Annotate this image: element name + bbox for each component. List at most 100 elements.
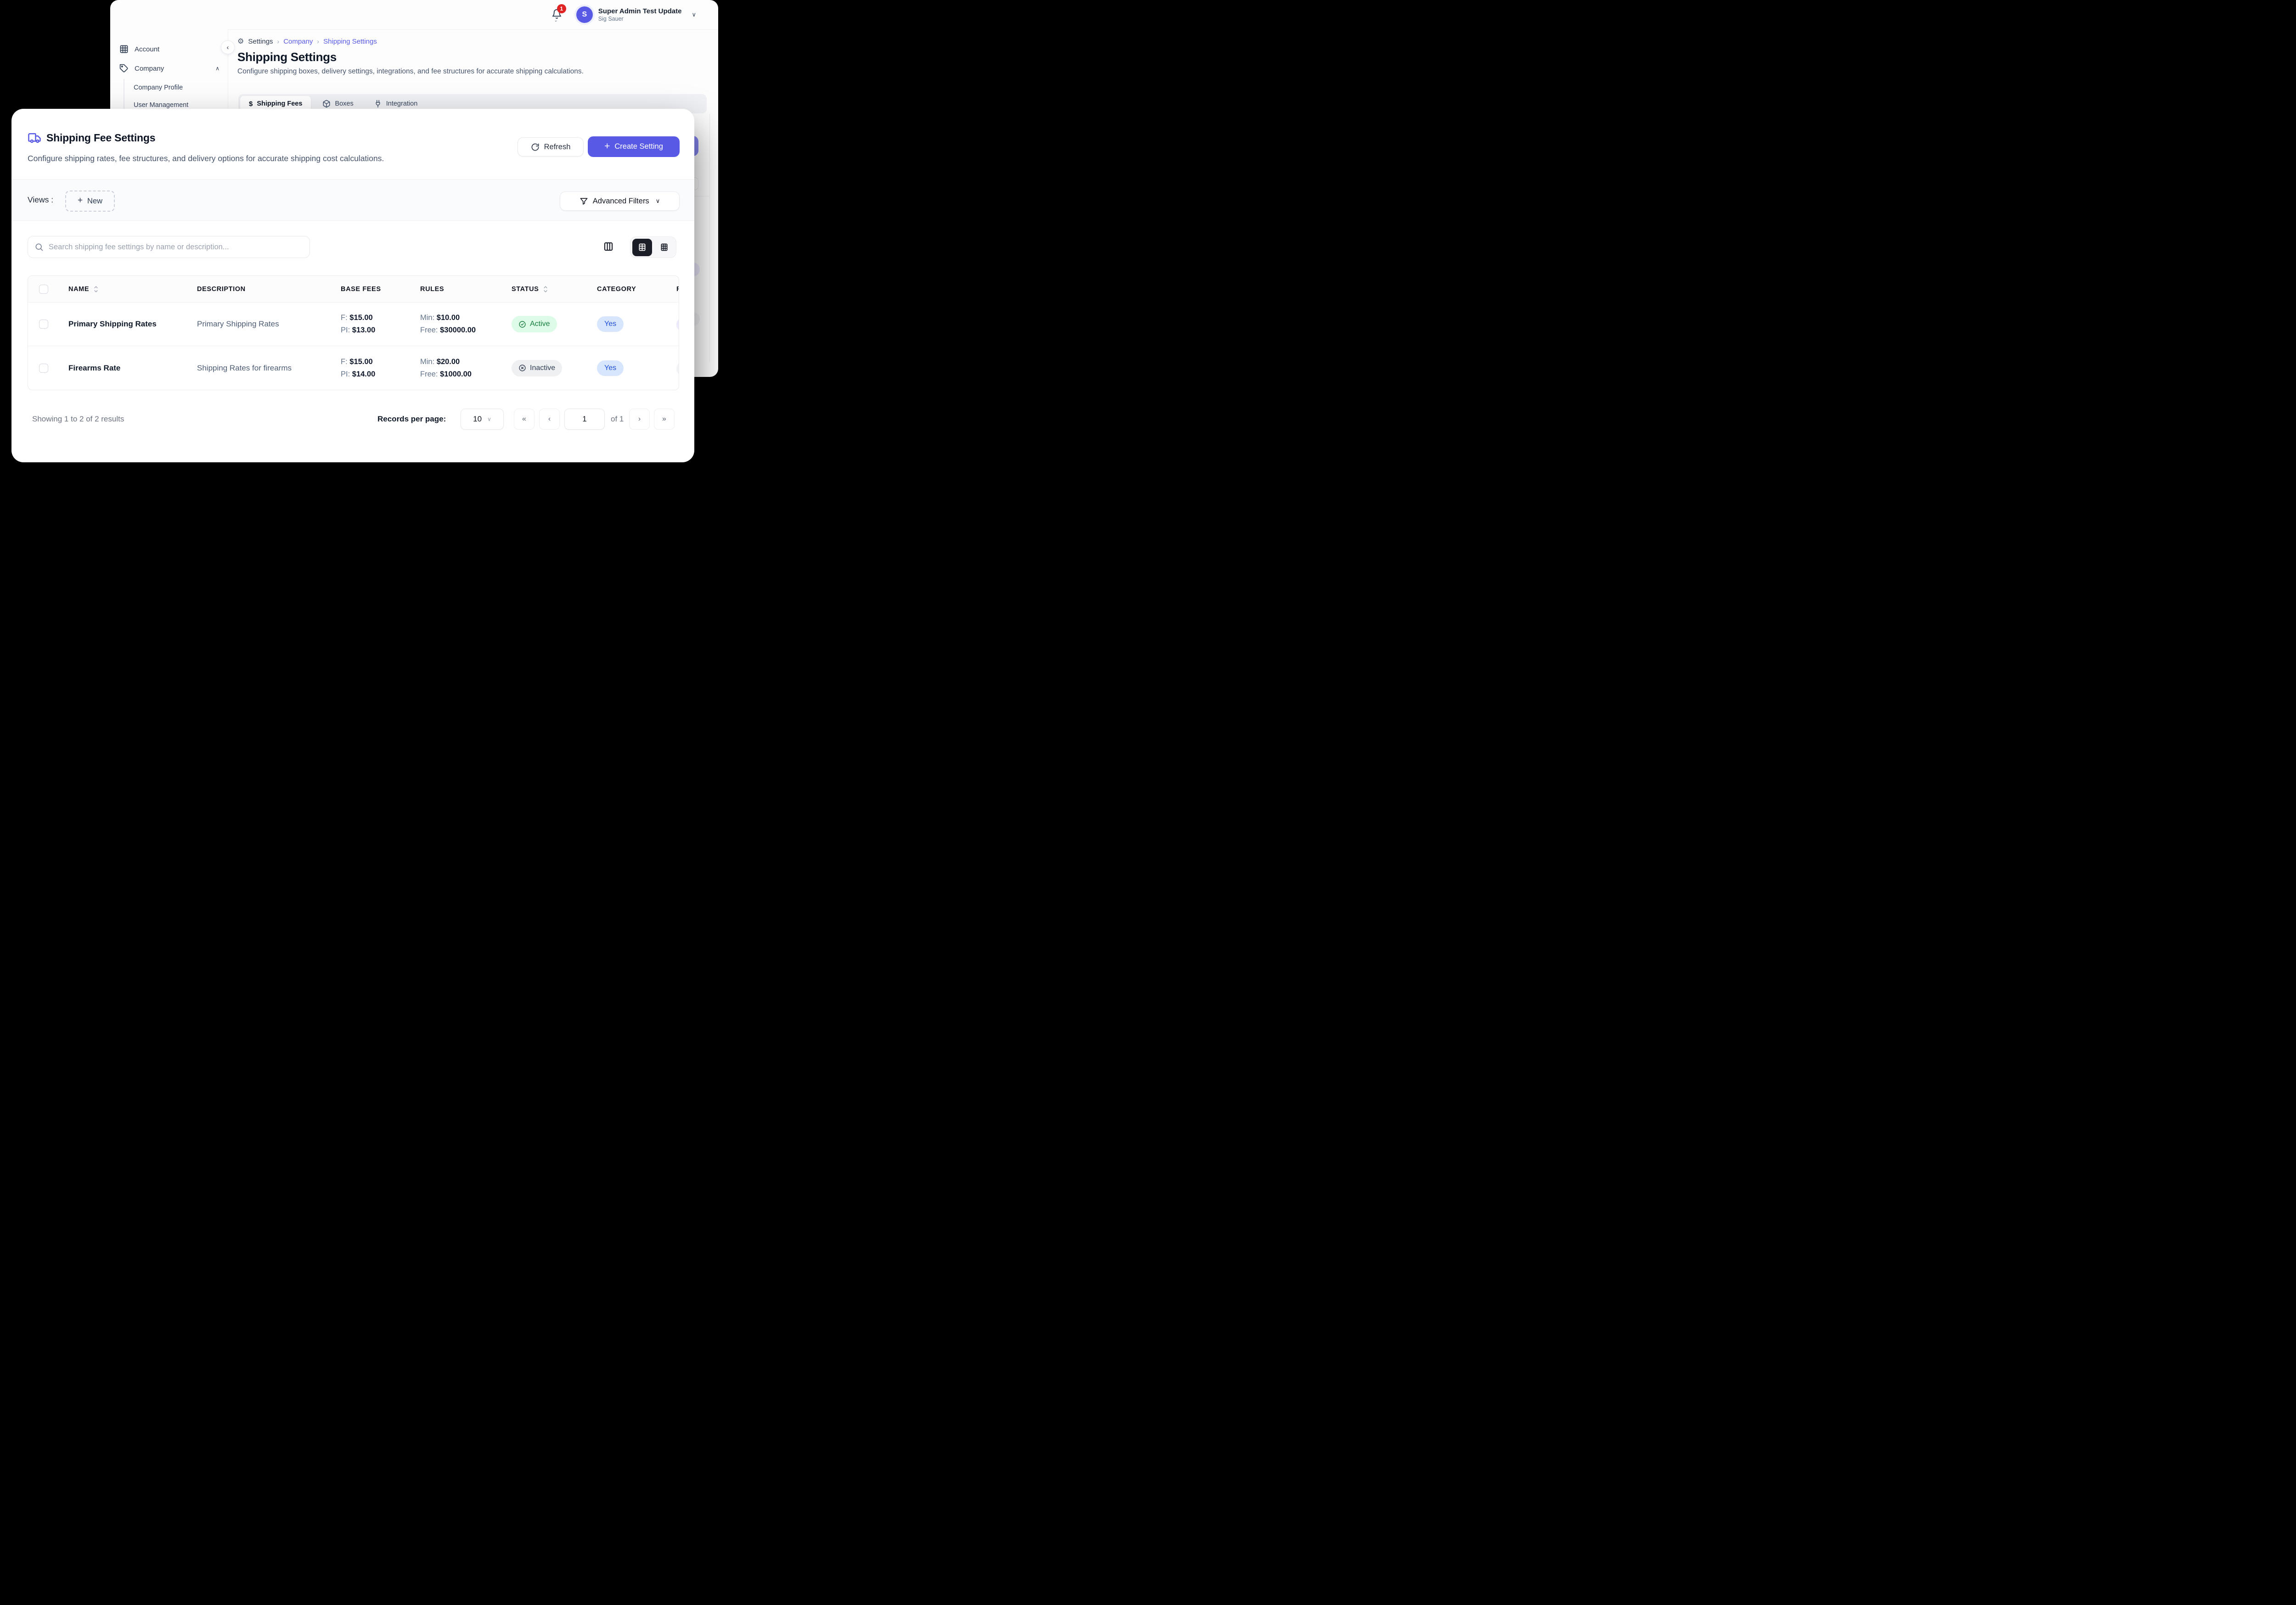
row-clipped-cell: [667, 303, 679, 346]
status-badge: Active: [512, 316, 557, 332]
rule-label: Free:: [420, 326, 438, 334]
column-header-base-fees[interactable]: BASE FEES: [332, 286, 411, 293]
sort-icon: [93, 285, 99, 293]
page-total-label: of 1: [611, 415, 624, 424]
rule-value: $20.00: [437, 358, 460, 366]
column-label: CATEGORY: [597, 286, 636, 293]
create-setting-label: Create Setting: [614, 142, 663, 151]
gear-icon: ⚙: [237, 37, 244, 46]
sidebar-item-account[interactable]: Account: [110, 39, 228, 59]
row-status: Inactive: [502, 360, 588, 376]
user-menu[interactable]: S Super Admin Test Update Sig Sauer ∨: [576, 6, 696, 23]
rule-label: Min:: [420, 358, 434, 366]
row-name: Firearms Rate: [59, 364, 188, 373]
grid-icon: [119, 45, 129, 54]
row-description: Shipping Rates for firearms: [188, 364, 332, 373]
top-bar: 1 ⌄ S Super Admin Test Update Sig Sauer …: [110, 0, 718, 29]
sidebar-collapse-button[interactable]: ‹: [221, 40, 235, 54]
grid-view-icon: [659, 242, 669, 252]
fee-label: PI:: [341, 326, 350, 334]
refresh-button[interactable]: Refresh: [518, 137, 584, 157]
select-all-checkbox[interactable]: [39, 285, 48, 294]
status-label: Inactive: [530, 364, 555, 372]
records-per-page-value: 10: [473, 415, 482, 424]
refresh-icon: [531, 143, 540, 152]
bg-panel-border: [709, 114, 710, 362]
truck-icon: [28, 131, 41, 145]
last-page-button[interactable]: »: [654, 409, 675, 430]
chevron-up-icon: ∧: [215, 65, 219, 72]
column-header-status[interactable]: STATUS: [502, 285, 588, 293]
modal-header: Shipping Fee Settings: [28, 131, 155, 145]
page-number-input[interactable]: [564, 409, 605, 430]
row-base-fees: F: $15.00 PI: $13.00: [332, 312, 411, 337]
chevron-down-icon: ∨: [487, 416, 491, 422]
plug-icon: [374, 100, 382, 108]
rule-value: $30000.00: [440, 326, 476, 334]
fee-value: $14.00: [352, 370, 375, 378]
chevron-right-icon: ›: [638, 415, 641, 423]
clipped-avatar: [676, 361, 679, 376]
new-view-button[interactable]: + New: [65, 191, 115, 212]
first-page-button[interactable]: «: [514, 409, 535, 430]
row-checkbox[interactable]: [39, 364, 48, 373]
advanced-filters-button[interactable]: Advanced Filters ∨: [560, 191, 680, 211]
column-header-clipped: F: [667, 276, 679, 302]
table-row[interactable]: Firearms Rate Shipping Rates for firearm…: [28, 346, 679, 390]
results-count: Showing 1 to 2 of 2 results: [32, 415, 124, 424]
row-status: Active: [502, 316, 588, 332]
table-row[interactable]: Primary Shipping Rates Primary Shipping …: [28, 303, 679, 346]
create-setting-button[interactable]: + Create Setting: [588, 136, 680, 157]
row-rules: Min: $20.00 Free: $1000.00: [411, 356, 502, 381]
records-per-page-select[interactable]: 10 ∨: [461, 409, 504, 430]
table-view-button[interactable]: [632, 239, 652, 256]
row-category: Yes: [588, 360, 667, 376]
column-label: NAME: [68, 286, 89, 293]
row-checkbox[interactable]: [39, 320, 48, 329]
caret-down-icon: ⌄: [554, 18, 558, 23]
breadcrumb-settings[interactable]: Settings: [248, 38, 273, 45]
grid-view-button[interactable]: [654, 239, 674, 256]
next-page-button[interactable]: ›: [629, 409, 650, 430]
box-icon: [322, 100, 331, 108]
records-per-page-label: Records per page:: [377, 415, 446, 424]
rule-label: Min:: [420, 314, 434, 322]
prev-page-button[interactable]: ‹: [539, 409, 560, 430]
dollar-icon: $: [249, 100, 253, 108]
notifications-button[interactable]: 1 ⌄: [551, 6, 565, 23]
columns-toggle-button[interactable]: [603, 241, 614, 254]
page-subtitle: Configure shipping boxes, delivery setti…: [237, 67, 707, 76]
row-name: Primary Shipping Rates: [59, 320, 188, 329]
sidebar-subitem-company-profile[interactable]: Company Profile: [132, 79, 228, 96]
row-clipped-cell: [667, 346, 679, 390]
avatar: S: [576, 6, 593, 23]
views-label: Views :: [28, 195, 53, 205]
tab-label: Boxes: [335, 100, 353, 107]
column-header-name[interactable]: NAME: [59, 285, 188, 293]
row-rules: Min: $10.00 Free: $30000.00: [411, 312, 502, 337]
breadcrumb-company[interactable]: Company: [283, 38, 313, 45]
shipping-fees-table: NAME DESCRIPTION BASE FEES RULES STATUS …: [28, 275, 679, 390]
shipping-fee-settings-modal: Shipping Fee Settings Configure shipping…: [11, 109, 694, 462]
fee-label: F:: [341, 358, 348, 366]
column-label: DESCRIPTION: [197, 286, 246, 293]
chevron-down-icon: ∨: [692, 11, 696, 18]
sidebar-item-company[interactable]: Company ∧: [110, 59, 228, 78]
breadcrumb-shipping-settings[interactable]: Shipping Settings: [323, 38, 377, 45]
tab-label: Integration: [386, 100, 418, 107]
category-badge: Yes: [597, 316, 624, 332]
chevron-left-icon: ‹: [548, 415, 551, 423]
breadcrumb: ⚙ Settings › Company › Shipping Settings: [237, 37, 707, 46]
fee-value: $13.00: [352, 326, 375, 334]
search-icon: [34, 242, 44, 252]
chevron-left-icon: ‹: [227, 44, 229, 51]
column-header-rules[interactable]: RULES: [411, 286, 502, 293]
column-header-category[interactable]: CATEGORY: [588, 286, 667, 293]
search-input[interactable]: [49, 243, 303, 252]
column-header-description[interactable]: DESCRIPTION: [188, 286, 332, 293]
modal-subtitle: Configure shipping rates, fee structures…: [28, 154, 384, 163]
clipped-badge: [676, 317, 679, 332]
fee-label: F:: [341, 314, 348, 322]
sidebar-item-label: Account: [135, 45, 219, 53]
page-title: Shipping Settings: [237, 50, 707, 64]
